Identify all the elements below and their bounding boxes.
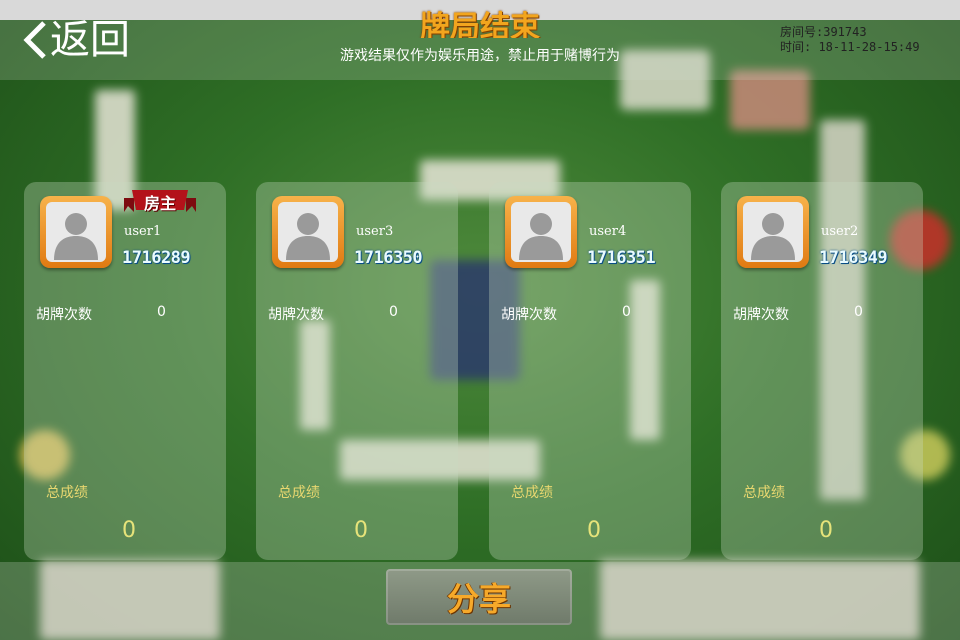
total-score-label: 总成绩	[46, 485, 88, 501]
user-silhouette-icon	[751, 213, 795, 260]
game-time: 时间: 18-11-28-15:49	[780, 40, 920, 54]
user-silhouette-icon	[519, 213, 563, 260]
host-badge-label: 房主	[143, 194, 176, 213]
room-number: 房间号:391743	[780, 25, 867, 39]
win-count-value: 0	[389, 304, 398, 320]
total-score-value: 0	[122, 518, 136, 543]
player-id: 1716289	[122, 248, 191, 268]
win-count-label: 胡牌次数	[733, 307, 789, 323]
total-score-value: 0	[587, 518, 601, 543]
player-card: user2 1716349 胡牌次数 0 总成绩 0	[721, 182, 923, 560]
total-score-label: 总成绩	[743, 485, 785, 501]
win-count-label: 胡牌次数	[501, 307, 557, 323]
total-score-label: 总成绩	[511, 485, 553, 501]
user-silhouette-icon	[54, 213, 98, 260]
avatar	[505, 196, 577, 268]
player-card: user4 1716351 胡牌次数 0 总成绩 0	[489, 182, 691, 560]
player-card: 房主 user1 1716289 胡牌次数 0 总成绩 0	[24, 182, 226, 560]
total-score-value: 0	[354, 518, 368, 543]
win-count-value: 0	[157, 304, 166, 320]
total-score-value: 0	[819, 518, 833, 543]
user-silhouette-icon	[286, 213, 330, 260]
avatar	[737, 196, 809, 268]
host-badge: 房主	[124, 188, 196, 216]
player-id: 1716349	[819, 248, 888, 268]
player-id: 1716351	[587, 248, 656, 268]
player-name: user2	[821, 224, 859, 239]
win-count-label: 胡牌次数	[36, 307, 92, 323]
win-count-label: 胡牌次数	[268, 307, 324, 323]
player-name: user1	[124, 224, 162, 239]
win-count-value: 0	[622, 304, 631, 320]
avatar	[40, 196, 112, 268]
share-label: 分享	[446, 580, 511, 618]
total-score-label: 总成绩	[278, 485, 320, 501]
room-info: 房间号:391743 时间: 18-11-28-15:49	[780, 25, 920, 55]
share-button[interactable]: 分享	[386, 569, 572, 625]
win-count-value: 0	[854, 304, 863, 320]
player-name: user3	[356, 224, 394, 239]
player-id: 1716350	[354, 248, 423, 268]
player-card: user3 1716350 胡牌次数 0 总成绩 0	[256, 182, 458, 560]
player-name: user4	[589, 224, 627, 239]
avatar	[272, 196, 344, 268]
